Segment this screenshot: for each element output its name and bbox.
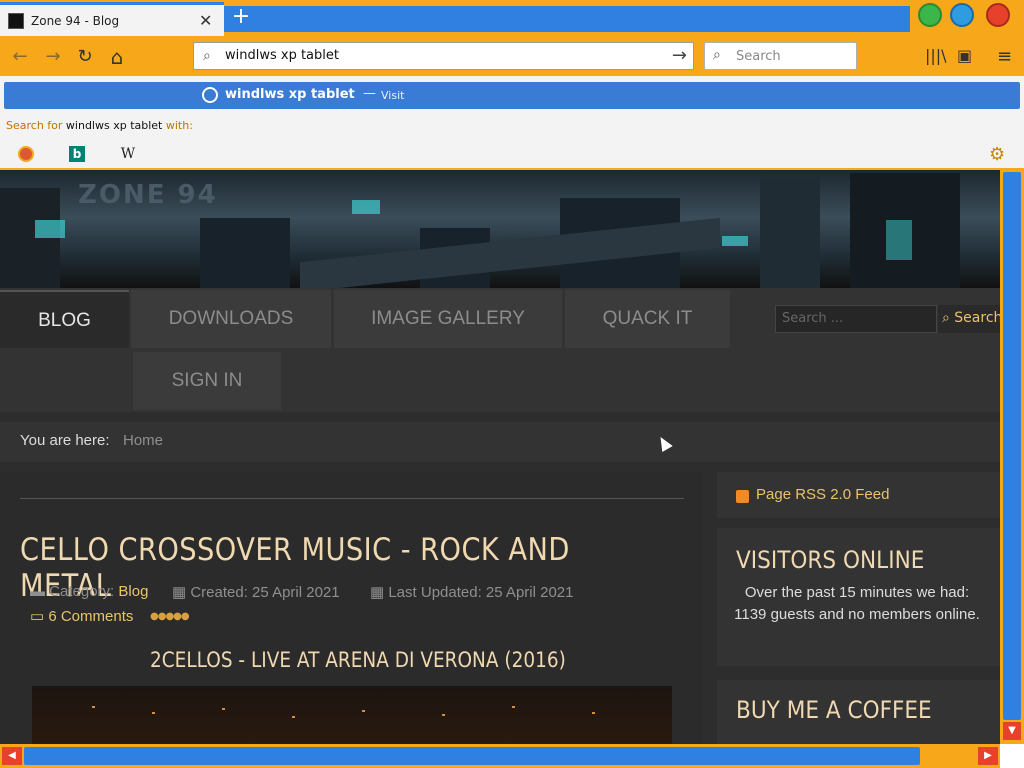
duckduckgo-icon[interactable] xyxy=(18,146,34,162)
search-placeholder: Search xyxy=(736,49,781,64)
site-search-input[interactable]: Search ... xyxy=(775,305,937,333)
search-engine-icon: ⌕ xyxy=(713,47,721,63)
menu-item-sign-in[interactable]: SIGN IN xyxy=(133,352,281,410)
horizontal-scrollbar[interactable]: ◀ ▶ xyxy=(0,744,1024,768)
coffee-title: BUY ME A COFFEE xyxy=(736,696,932,724)
divider xyxy=(20,498,684,499)
comments-count: 6 Comments xyxy=(48,608,134,625)
site-search-button[interactable]: ⌕ Search xyxy=(938,305,1000,333)
suggestion-visit: Visit xyxy=(381,89,405,102)
breadcrumb: You are here: Home xyxy=(0,422,1000,462)
rating-stars[interactable]: ●●●●● xyxy=(150,611,190,622)
url-bar[interactable]: ⌕ windlws xp tablet → xyxy=(193,42,694,70)
header-banner: ZONE 94 xyxy=(0,170,1000,293)
wikipedia-icon[interactable]: W xyxy=(120,146,136,162)
menu-icon[interactable]: ≡ xyxy=(997,46,1012,67)
menu-item-image-gallery[interactable]: IMAGE GALLERY xyxy=(334,290,562,348)
video-title: 2CELLOS - LIVE AT ARENA DI VERONA (2016) xyxy=(150,648,566,672)
bing-icon[interactable]: b xyxy=(69,146,85,162)
scroll-left-icon[interactable]: ◀ xyxy=(2,747,22,765)
new-tab-button[interactable]: + xyxy=(229,6,253,30)
search-for-line: Search for windlws xp tablet with: xyxy=(6,119,193,132)
rss-link[interactable]: Page RSS 2.0 Feed xyxy=(756,486,889,503)
site-favicon-icon xyxy=(8,13,24,29)
suggestion-dash: — xyxy=(363,86,376,101)
scroll-right-icon[interactable]: ▶ xyxy=(978,747,998,765)
back-button[interactable]: ← xyxy=(7,46,33,68)
globe-icon xyxy=(202,87,218,103)
horizontal-scroll-thumb[interactable] xyxy=(24,747,920,765)
breadcrumb-home[interactable]: Home xyxy=(123,432,163,449)
reload-button[interactable]: ↻ xyxy=(72,46,98,68)
library-icon[interactable]: |||\ xyxy=(925,46,947,65)
article-created: ▦ Created: 25 April 2021 xyxy=(172,584,340,601)
scroll-corner xyxy=(1000,744,1024,768)
search-for-query: windlws xp tablet xyxy=(65,119,163,132)
tab-close-icon[interactable]: ✕ xyxy=(199,11,212,30)
video-player[interactable] xyxy=(32,686,672,746)
site-search-label: Search xyxy=(954,310,1000,326)
close-window-icon[interactable] xyxy=(986,3,1010,27)
go-arrow-icon[interactable]: → xyxy=(672,45,687,66)
site-logo: ZONE 94 xyxy=(78,180,218,210)
menu-item-blog[interactable]: BLOG xyxy=(0,290,129,348)
vertical-scrollbar[interactable]: ▼ xyxy=(1000,170,1024,744)
tab-title: Zone 94 - Blog xyxy=(31,14,120,28)
search-for-prefix: Search for xyxy=(6,119,66,132)
search-input[interactable]: ⌕ Search xyxy=(704,42,857,70)
gear-icon[interactable]: ⚙ xyxy=(989,144,1005,165)
created-date: Created: 25 April 2021 xyxy=(190,584,340,601)
tab-active[interactable]: Zone 94 - Blog ✕ xyxy=(0,2,224,36)
breadcrumb-label: You are here: xyxy=(20,432,110,449)
visitors-title: VISITORS ONLINE xyxy=(736,546,925,574)
article-area: CELLO CROSSOVER MUSIC - ROCK AND METAL ▬… xyxy=(0,472,702,746)
menu-item-quack-it[interactable]: QUACK IT xyxy=(565,290,730,348)
vertical-scroll-thumb[interactable] xyxy=(1003,172,1021,720)
maximize-icon[interactable] xyxy=(950,3,974,27)
suggestion-text: windlws xp tablet xyxy=(225,87,355,102)
updated-date: Last Updated: 25 April 2021 xyxy=(388,584,574,601)
category-link[interactable]: Blog xyxy=(118,583,148,600)
sidebar-icon[interactable]: ▣ xyxy=(957,46,972,65)
forward-button[interactable]: → xyxy=(40,46,66,68)
url-text[interactable]: windlws xp tablet xyxy=(225,48,339,63)
menu-item-downloads[interactable]: DOWNLOADS xyxy=(131,290,331,348)
scroll-down-icon[interactable]: ▼ xyxy=(1003,722,1021,740)
minimize-icon[interactable] xyxy=(918,3,942,27)
home-button[interactable]: ⌂ xyxy=(104,46,130,68)
search-for-suffix: with: xyxy=(162,119,193,132)
url-suggestion[interactable]: windlws xp tablet — Visit xyxy=(4,82,1020,109)
comments-link[interactable]: ▭ 6 Comments xyxy=(30,607,133,625)
tab-strip-bar xyxy=(224,6,910,32)
search-icon: ⌕ xyxy=(203,48,211,64)
article-category: ▬ Category: Blog xyxy=(30,583,149,600)
category-label: Category: xyxy=(49,583,115,600)
visitors-text: Over the past 15 minutes we had: 1139 gu… xyxy=(734,584,980,623)
article-updated: ▦ Last Updated: 25 April 2021 xyxy=(370,584,574,601)
rss-icon xyxy=(736,490,749,503)
